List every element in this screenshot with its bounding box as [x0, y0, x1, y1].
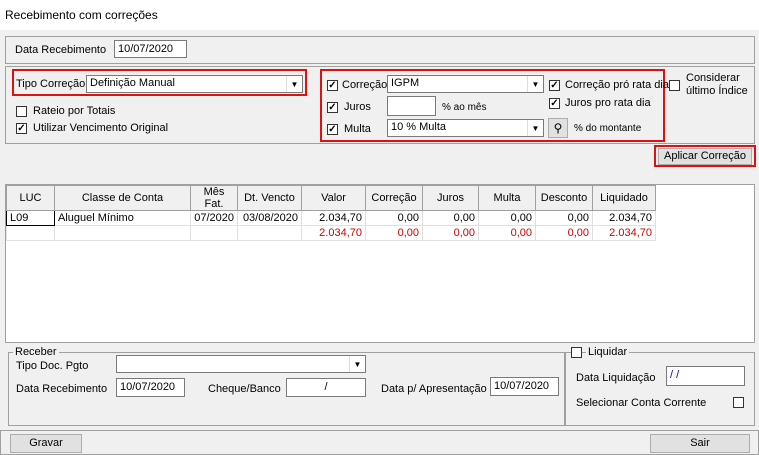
cell-juros[interactable]: 0,00: [422, 210, 479, 226]
cheque-label: Cheque/Banco: [208, 383, 281, 395]
total-valor: 2.034,70: [301, 225, 366, 241]
data-recebimento-field[interactable]: 10/07/2020: [114, 40, 187, 58]
cell-multa[interactable]: 0,00: [478, 210, 536, 226]
totals-row: 2.034,70 0,00 0,00 0,00 0,00 2.034,70: [6, 225, 656, 241]
cell-liquidado[interactable]: 2.034,70: [592, 210, 656, 226]
total-juros: 0,00: [422, 225, 479, 241]
juros-pro-rata-checkbox[interactable]: ✓: [549, 98, 560, 109]
multa-label: Multa: [344, 123, 371, 135]
cell-correcao[interactable]: 0,00: [365, 210, 423, 226]
selecionar-conta-checkbox[interactable]: [733, 397, 744, 408]
utilizar-vencimento-label: Utilizar Vencimento Original: [33, 122, 169, 134]
juros-pro-rata-label: Juros pro rata dia: [565, 97, 651, 109]
bottom-bar: [0, 430, 759, 455]
data-recebimento-label: Data Recebimento: [15, 44, 107, 56]
tipo-doc-label: Tipo Doc. Pgto: [16, 360, 89, 372]
juros-label: Juros: [344, 101, 371, 113]
multa-select[interactable]: 10 % Multa ▼: [387, 119, 544, 137]
multa-checkbox[interactable]: ✓: [327, 124, 338, 135]
col-valor[interactable]: Valor: [301, 185, 366, 211]
sair-button[interactable]: Sair: [650, 434, 750, 453]
col-luc[interactable]: LUC: [6, 185, 55, 211]
considerar-label-2: último Índice: [686, 85, 748, 97]
receber-data-label: Data Recebimento: [16, 383, 108, 395]
tipo-correcao-label: Tipo Correção: [16, 78, 86, 90]
cell-valor[interactable]: 2.034,70: [301, 210, 366, 226]
correcao-select[interactable]: IGPM ▼: [387, 75, 544, 93]
table-header-row: LUC Classe de Conta Mês Fat. Dt. Vencto …: [6, 185, 656, 211]
total-mes-fat: [190, 225, 238, 241]
col-mes-fat[interactable]: Mês Fat.: [190, 185, 238, 211]
col-correcao[interactable]: Correção: [365, 185, 423, 211]
multa-unit: % do montante: [574, 123, 642, 134]
cell-desconto[interactable]: 0,00: [535, 210, 593, 226]
tipo-correcao-value: Definição Manual: [90, 77, 175, 89]
cell-classe[interactable]: Aluguel Mínimo: [54, 210, 191, 226]
chevron-down-icon[interactable]: ▼: [286, 76, 302, 92]
correcao-value: IGPM: [391, 77, 420, 89]
receber-data-field[interactable]: 10/07/2020: [116, 378, 185, 397]
data-apresentacao-label: Data p/ Apresentação: [381, 383, 487, 395]
correcao-label: Correção: [342, 79, 388, 91]
juros-field[interactable]: [387, 96, 436, 116]
gravar-button[interactable]: Gravar: [10, 434, 82, 453]
total-multa: 0,00: [478, 225, 536, 241]
tipo-correcao-select[interactable]: Definição Manual ▼: [86, 75, 303, 93]
total-liquidado: 2.034,70: [592, 225, 656, 241]
total-classe: [54, 225, 191, 241]
juros-checkbox[interactable]: ✓: [327, 102, 338, 113]
cell-mes-fat[interactable]: 07/2020: [190, 210, 238, 226]
rateio-checkbox[interactable]: [16, 106, 27, 117]
aplicar-correcao-button[interactable]: Aplicar Correção: [658, 148, 752, 165]
col-juros[interactable]: Juros: [422, 185, 479, 211]
selecionar-conta-label: Selecionar Conta Corrente: [576, 397, 707, 409]
receber-legend: Receber: [13, 346, 59, 358]
col-classe[interactable]: Classe de Conta: [54, 185, 191, 211]
total-dt-vencto: [237, 225, 302, 241]
chevron-down-icon[interactable]: ▼: [527, 76, 543, 92]
cheque-field[interactable]: /: [286, 378, 366, 397]
liquidar-legend: Liquidar: [586, 346, 630, 358]
liquidar-checkbox[interactable]: [571, 347, 582, 358]
col-multa[interactable]: Multa: [478, 185, 536, 211]
data-liquidacao-label: Data Liquidação: [576, 372, 656, 384]
tipo-doc-select[interactable]: ▼: [116, 355, 366, 373]
title-bar: Recebimento com correções: [0, 0, 759, 30]
window-title: Recebimento com correções: [5, 8, 158, 22]
col-liquidado[interactable]: Liquidado: [592, 185, 656, 211]
utilizar-vencimento-checkbox[interactable]: ✓: [16, 123, 27, 134]
col-dt-vencto[interactable]: Dt. Vencto: [237, 185, 302, 211]
multa-value: 10 % Multa: [391, 121, 447, 133]
juros-unit: % ao mês: [442, 102, 487, 113]
total-desconto: 0,00: [535, 225, 593, 241]
data-apresentacao-field[interactable]: 10/07/2020: [490, 377, 559, 396]
correcao-checkbox[interactable]: ✓: [327, 80, 338, 91]
receipts-table: LUC Classe de Conta Mês Fat. Dt. Vencto …: [6, 185, 656, 241]
cell-luc[interactable]: L09: [6, 210, 55, 226]
binoculars-icon[interactable]: ⚲: [548, 118, 568, 138]
total-luc: [6, 225, 55, 241]
total-correcao: 0,00: [365, 225, 423, 241]
table-row[interactable]: L09 Aluguel Mínimo 07/2020 03/08/2020 2.…: [6, 210, 656, 226]
pro-rata-label: Correção pró rata dia: [565, 79, 669, 91]
considerar-label-1: Considerar: [686, 72, 740, 84]
considerar-checkbox[interactable]: [669, 80, 680, 91]
col-desconto[interactable]: Desconto: [535, 185, 593, 211]
pro-rata-checkbox[interactable]: ✓: [549, 80, 560, 91]
chevron-down-icon[interactable]: ▼: [527, 120, 543, 136]
data-liquidacao-field[interactable]: / /: [666, 366, 745, 386]
rateio-label: Rateio por Totais: [33, 105, 116, 117]
chevron-down-icon[interactable]: ▼: [349, 356, 365, 372]
cell-dt-vencto[interactable]: 03/08/2020: [237, 210, 302, 226]
liquidar-group: [565, 352, 755, 426]
